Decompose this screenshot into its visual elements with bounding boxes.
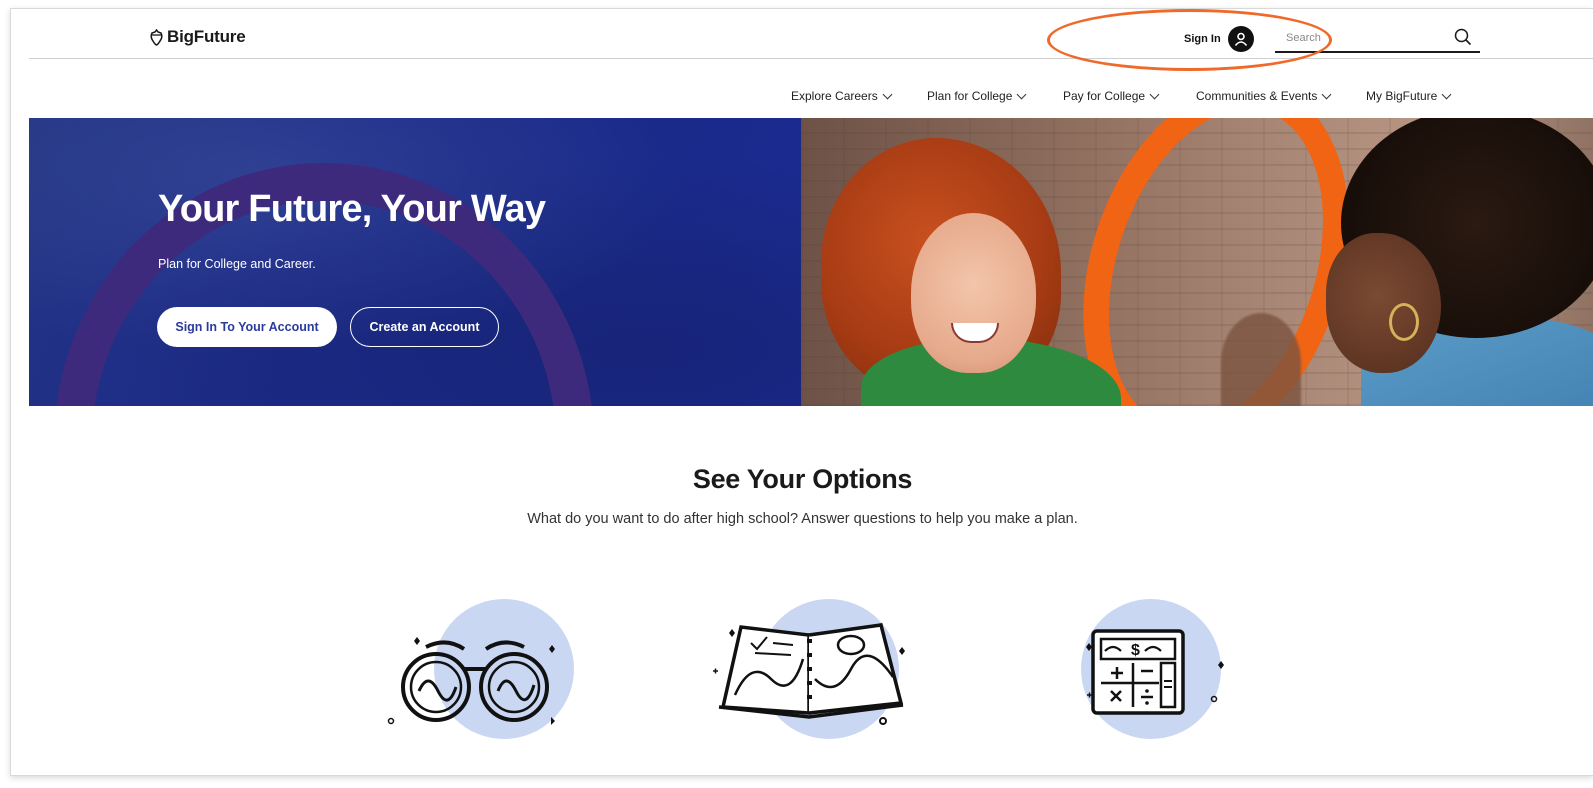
nav-item-label: Explore Careers (791, 89, 878, 103)
chevron-down-icon (1149, 89, 1160, 99)
nav-my-bigfuture[interactable]: My BigFuture (1366, 89, 1452, 103)
search-input[interactable] (1275, 25, 1445, 51)
sign-in-account-button[interactable]: Sign In To Your Account (157, 307, 337, 347)
top-bar: BigFuture Sign In (29, 9, 1593, 59)
chevron-down-icon (1016, 89, 1027, 99)
options-subtitle: What do you want to do after high school… (527, 511, 1078, 527)
nav-explore-careers[interactable]: Explore Careers (791, 89, 893, 103)
browser-page: BigFuture Sign In Explore C (10, 8, 1593, 776)
hero-subtitle: Plan for College and Career. (158, 257, 316, 271)
sign-in-link[interactable]: Sign In (1184, 26, 1254, 52)
chevron-down-icon (882, 89, 893, 99)
options-title: See Your Options (692, 464, 913, 494)
calculator-icon: $ (1086, 629, 1224, 715)
binoculars-icon (387, 637, 555, 725)
svg-text:$: $ (1131, 642, 1140, 659)
nav-item-label: My BigFuture (1366, 89, 1438, 103)
map-book-icon (713, 623, 905, 725)
map-book-option[interactable] (711, 599, 905, 749)
calculator-option[interactable]: $ (1041, 599, 1224, 749)
logo-text: BigFuture (167, 27, 246, 46)
hero-text-panel: Your Future, Your Way Plan for College a… (29, 118, 801, 406)
user-icon (1227, 26, 1254, 52)
chevron-down-icon (1321, 89, 1332, 99)
nav-plan-for-college[interactable]: Plan for College (927, 89, 1027, 103)
acorn-icon (150, 28, 163, 46)
sign-in-label: Sign In (1184, 33, 1221, 45)
chevron-down-icon (1441, 89, 1452, 99)
nav-item-label: Communities & Events (1196, 89, 1318, 103)
search-box (1275, 25, 1480, 53)
search-icon[interactable] (1454, 28, 1472, 51)
hero-title: Your Future, Your Way (158, 188, 546, 230)
nav-item-label: Pay for College (1063, 89, 1146, 103)
bigfuture-logo[interactable]: BigFuture (149, 27, 246, 47)
hero-photo (801, 118, 1593, 406)
nav-pay-for-college[interactable]: Pay for College (1063, 89, 1160, 103)
nav-item-label: Plan for College (927, 89, 1013, 103)
nav-communities-events[interactable]: Communities & Events (1196, 89, 1332, 103)
create-account-button[interactable]: Create an Account (350, 307, 499, 347)
main-nav: Explore Careers Plan for College Pay for… (11, 89, 1593, 111)
binoculars-option[interactable] (386, 599, 574, 749)
hero-banner: Your Future, Your Way Plan for College a… (29, 118, 1593, 406)
